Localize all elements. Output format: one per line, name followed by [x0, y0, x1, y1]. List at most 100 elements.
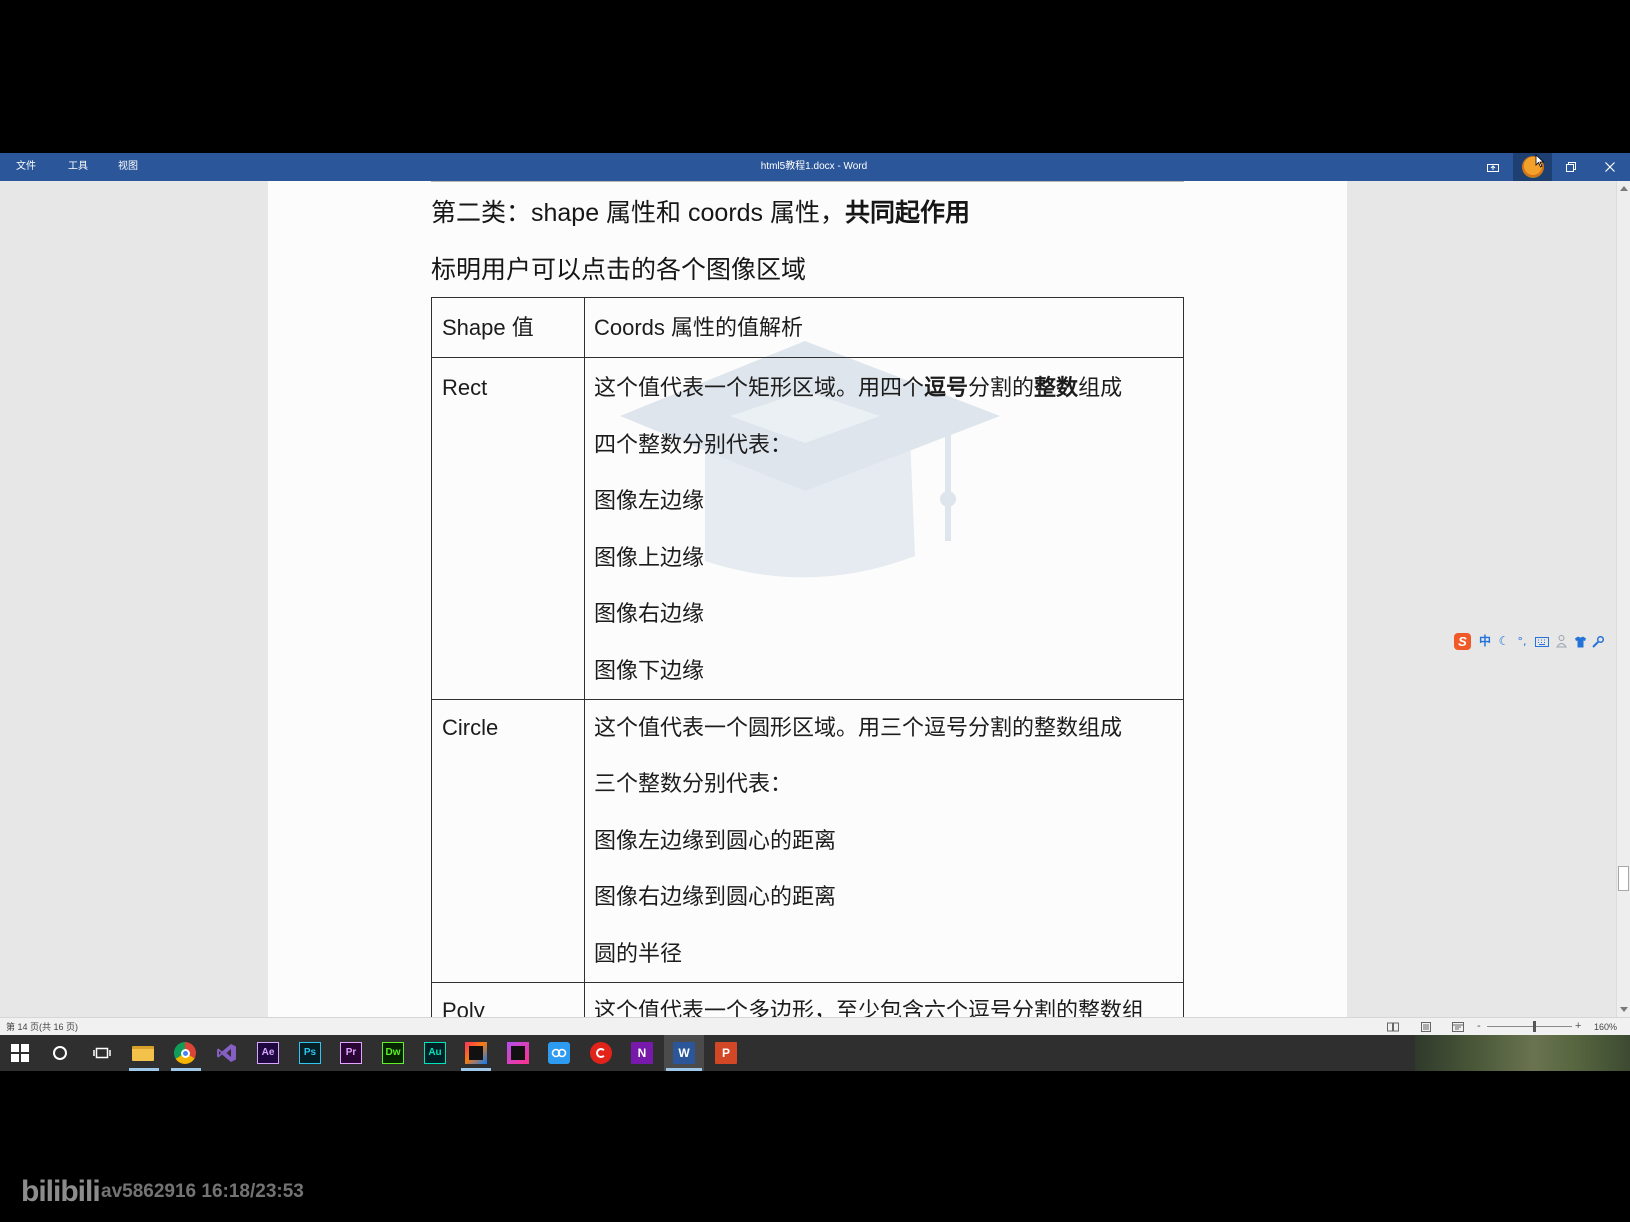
skin-shirt-icon[interactable]	[1573, 634, 1587, 649]
person-icon[interactable]	[1555, 634, 1567, 649]
cell-line: 四个整数分别代表：	[594, 431, 793, 457]
premiere-icon[interactable]: Pr	[340, 1042, 362, 1064]
zoom-level[interactable]: 160%	[1594, 1021, 1617, 1033]
wrench-icon[interactable]	[1591, 634, 1605, 649]
vertical-scrollbar[interactable]	[1616, 181, 1630, 1017]
table-row: Rect 这个值代表一个矩形区域。用四个逗号分割的整数组成 四个整数分别代表： …	[432, 358, 1183, 700]
shape-value: Circle	[442, 715, 499, 740]
cell-line: 图像上边缘	[594, 544, 705, 570]
scroll-thumb[interactable]	[1618, 866, 1629, 891]
visual-studio-icon[interactable]	[216, 1042, 238, 1064]
mouse-cursor-icon	[1535, 154, 1545, 168]
sogou-logo-icon[interactable]: S	[1454, 633, 1471, 650]
previous-table-border	[431, 181, 1184, 182]
scroll-up-icon[interactable]	[1620, 186, 1628, 191]
line-text: 组成	[1078, 375, 1123, 400]
title-bar: 文件 工具 视图 html5教程1.docx - Word	[0, 153, 1630, 181]
cell-line: 图像右边缘	[594, 601, 705, 626]
table-cell[interactable]: Circle	[432, 700, 585, 982]
table-cell[interactable]: 这个值代表一个多边形，至少包含六个逗号分割的整数组	[585, 983, 1183, 1017]
zoom-in-button[interactable]: +	[1575, 1020, 1581, 1033]
chinese-mode-toggle[interactable]: 中	[1478, 634, 1492, 649]
zoom-slider[interactable]	[1487, 1026, 1572, 1027]
zoom-out-button[interactable]: -	[1477, 1020, 1481, 1033]
table-row: Circle 这个值代表一个圆形区域。用三个逗号分割的整数组成 三个整数分别代表…	[432, 700, 1183, 983]
file-explorer-icon[interactable]	[132, 1046, 154, 1061]
jetbrains-ide-2-icon[interactable]	[507, 1042, 529, 1064]
chrome-icon[interactable]	[174, 1042, 196, 1064]
cell-line: 图像左边缘	[594, 488, 705, 513]
keyboard-icon[interactable]	[1535, 634, 1549, 649]
running-indicator	[129, 1068, 159, 1071]
task-view-icon[interactable]	[91, 1042, 113, 1064]
close-button[interactable]	[1592, 153, 1628, 181]
read-mode-icon[interactable]	[1387, 1022, 1399, 1032]
heading-text: 第二类：shape 属性和 coords 属性，	[431, 199, 845, 227]
document-area: 第二类：shape 属性和 coords 属性，共同起作用 标明用户可以点击的各…	[0, 181, 1630, 1017]
scroll-down-icon[interactable]	[1620, 1007, 1628, 1012]
window-title: html5教程1.docx - Word	[760, 161, 868, 172]
after-effects-icon[interactable]: Ae	[257, 1042, 279, 1064]
line-text: 这个值代表一个矩形区域。用四个	[594, 375, 925, 400]
dreamweaver-icon[interactable]: Dw	[382, 1042, 404, 1064]
table-cell[interactable]: 这个值代表一个矩形区域。用四个逗号分割的整数组成 四个整数分别代表： 图像左边缘…	[585, 358, 1183, 699]
search-icon[interactable]	[49, 1042, 71, 1064]
user-avatar-button[interactable]	[1513, 153, 1552, 181]
running-indicator	[666, 1068, 702, 1071]
ribbon-display-options-icon[interactable]	[1475, 153, 1511, 181]
running-indicator	[171, 1068, 201, 1071]
video-info: av5862916 16:18/23:53	[101, 1181, 304, 1202]
windows-start-icon[interactable]	[9, 1042, 31, 1064]
table-cell[interactable]: 这个值代表一个圆形区域。用三个逗号分割的整数组成 三个整数分别代表： 图像左边缘…	[585, 700, 1183, 982]
print-layout-icon[interactable]	[1420, 1022, 1432, 1032]
cloud-app-icon[interactable]	[548, 1042, 570, 1064]
bilibili-logo: bilibili	[21, 1175, 101, 1208]
web-layout-icon[interactable]	[1452, 1022, 1464, 1032]
header-shape: Shape 值	[442, 315, 534, 340]
table-header-cell[interactable]: Shape 值	[432, 298, 585, 357]
menu-view[interactable]: 视图	[118, 160, 138, 174]
cell-line: 这个值代表一个多边形，至少包含六个逗号分割的整数组	[594, 998, 1145, 1017]
running-indicator	[461, 1068, 491, 1071]
word-icon[interactable]: W	[673, 1042, 695, 1064]
table-header-row: Shape 值 Coords 属性的值解析	[432, 298, 1183, 358]
restore-button[interactable]	[1553, 153, 1589, 181]
punctuation-icon[interactable]	[1516, 634, 1528, 649]
status-bar: 第 14 页(共 16 页) - + 160%	[0, 1017, 1630, 1035]
zoom-slider-thumb[interactable]	[1533, 1021, 1537, 1032]
cell-line: 这个值代表一个圆形区域。用三个逗号分割的整数组成	[594, 715, 1123, 740]
taskbar: Ae Ps Pr Dw Au N W P	[0, 1035, 1630, 1071]
photoshop-icon[interactable]: Ps	[299, 1042, 321, 1064]
audition-icon[interactable]: Au	[424, 1042, 446, 1064]
header-coords: Coords 属性的值解析	[594, 315, 804, 340]
ime-toolbar: S 中	[1451, 632, 1608, 651]
line-text-bold: 整数	[1034, 375, 1079, 400]
menu-file[interactable]: 文件	[16, 160, 36, 174]
desktop-wallpaper-strip	[1415, 1035, 1630, 1071]
cell-line: 图像下边缘	[594, 657, 705, 683]
line-text-bold: 逗号	[924, 375, 969, 400]
table-cell[interactable]: Poly	[432, 983, 585, 1017]
shape-value: Rect	[442, 375, 488, 400]
onenote-icon[interactable]: N	[631, 1042, 653, 1064]
jetbrains-ide-icon[interactable]	[465, 1042, 487, 1064]
cell-line: 图像右边缘到圆心的距离	[594, 884, 837, 910]
shape-value: Poly	[442, 998, 485, 1017]
table-cell[interactable]: Rect	[432, 358, 585, 699]
cell-line: 圆的半径	[594, 940, 683, 966]
menu-tools[interactable]: 工具	[68, 160, 88, 174]
table-header-cell[interactable]: Coords 属性的值解析	[585, 298, 1183, 357]
table-row: Poly 这个值代表一个多边形，至少包含六个逗号分割的整数组	[432, 983, 1183, 1017]
shape-coords-table: Shape 值 Coords 属性的值解析 Rect 这个值代表一个矩形区域。用…	[431, 297, 1184, 1017]
powerpoint-icon[interactable]: P	[715, 1042, 737, 1064]
restore-icon	[1566, 162, 1576, 172]
page-count[interactable]: 第 14 页(共 16 页)	[6, 1021, 78, 1033]
line-text: 分割的	[968, 375, 1035, 400]
section-subheading: 标明用户可以点击的各个图像区域	[431, 256, 807, 284]
cell-line: 这个值代表一个矩形区域。用四个逗号分割的整数组成	[594, 360, 1183, 417]
netease-music-icon[interactable]	[590, 1042, 612, 1064]
heading-bold-text: 共同起作用	[845, 199, 971, 227]
moon-icon[interactable]	[1498, 634, 1510, 649]
cell-line: 三个整数分别代表：	[594, 771, 793, 797]
section-heading: 第二类：shape 属性和 coords 属性，共同起作用	[431, 196, 970, 230]
